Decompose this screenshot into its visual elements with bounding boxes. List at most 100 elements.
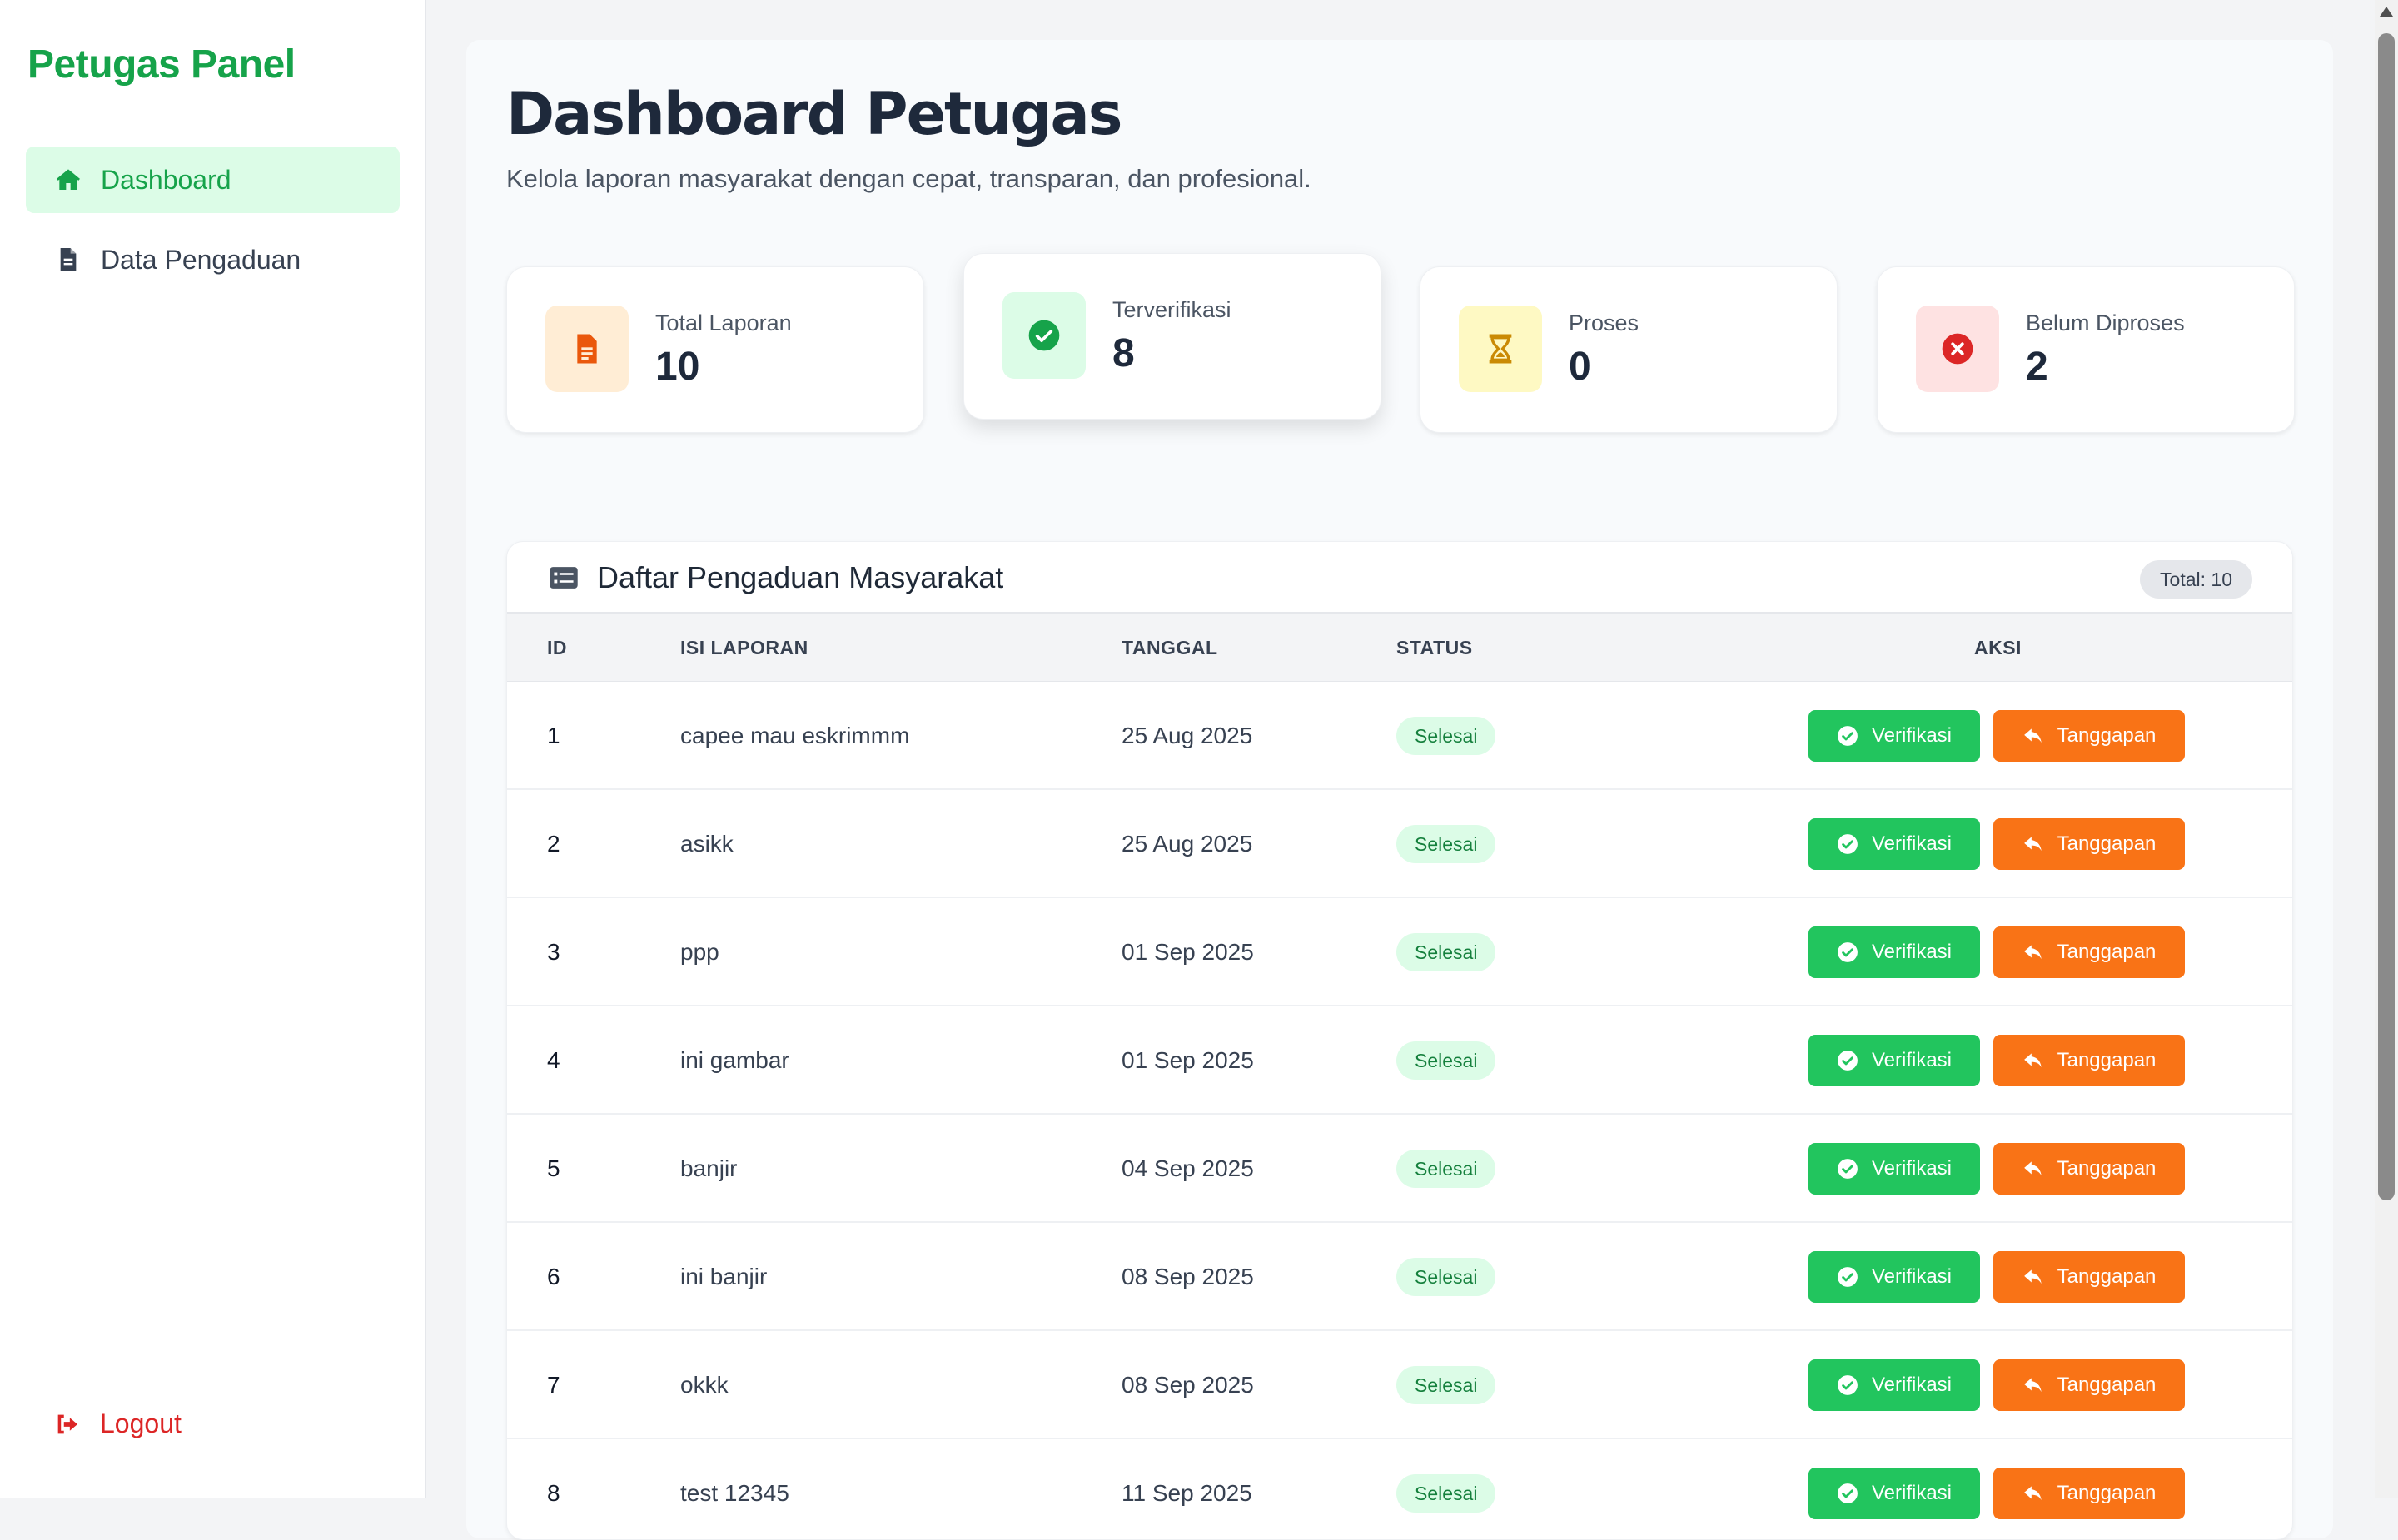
document-icon	[54, 246, 82, 274]
reply-icon	[2022, 833, 2057, 855]
column-header-tanggal: TANGGAL	[1122, 636, 1218, 658]
table-row: 8 test 12345 11 Sep 2025 Selesai Verifikasi T…	[507, 1439, 2292, 1539]
cell-tanggal: 04 Sep 2025	[1122, 1155, 1254, 1181]
stat-value: 10	[655, 345, 700, 389]
brand-title: Petugas Panel	[27, 42, 296, 87]
verify-button-label: Verifikasi	[1871, 941, 1953, 963]
status-badge: Selesai	[1396, 1474, 1496, 1513]
cell-tanggal: 25 Aug 2025	[1122, 831, 1253, 857]
stat-card-proses: Proses 0	[1420, 266, 1838, 433]
table-row: 3 ppp 01 Sep 2025 Selesai Verifikasi Tanggapa…	[507, 898, 2292, 1006]
logout-button[interactable]: Logout	[53, 1408, 182, 1439]
verify-button[interactable]: Verifikasi	[1808, 1359, 1980, 1411]
cell-tanggal: 08 Sep 2025	[1122, 1264, 1254, 1289]
reply-icon	[2022, 725, 2057, 747]
verify-button[interactable]: Verifikasi	[1808, 1468, 1980, 1519]
respond-button-label: Tanggapan	[2057, 1265, 2157, 1288]
respond-button[interactable]: Tanggapan	[1993, 926, 2185, 978]
table-row: 4 ini gambar 01 Sep 2025 Selesai Verifikasi T…	[507, 1006, 2292, 1115]
table-header: Daftar Pengaduan Masyarakat Total: 10	[507, 542, 2292, 614]
verify-button-label: Verifikasi	[1871, 1049, 1953, 1071]
respond-button[interactable]: Tanggapan	[1993, 710, 2185, 762]
cell-id: 5	[547, 1155, 560, 1181]
table-row: 1 capee mau eskrimmm 25 Aug 2025 Selesai Ver…	[507, 682, 2292, 790]
check-circle-icon	[1837, 1158, 1872, 1180]
respond-button[interactable]: Tanggapan	[1993, 818, 2185, 870]
column-header-status: STATUS	[1396, 636, 1473, 658]
respond-button-label: Tanggapan	[2057, 1157, 2157, 1180]
cell-tanggal: 25 Aug 2025	[1122, 723, 1253, 748]
check-circle-icon	[1837, 725, 1872, 747]
cell-isi-laporan: test 12345	[680, 1480, 789, 1506]
check-circle-icon	[1837, 1050, 1872, 1071]
sidebar-item-data-pengaduan[interactable]: Data Pengaduan	[26, 226, 400, 293]
stat-label: Terverifikasi	[1112, 297, 1231, 322]
respond-button[interactable]: Tanggapan	[1993, 1143, 2185, 1195]
reply-icon	[2022, 1158, 2057, 1180]
page-title: Dashboard Petugas	[506, 80, 1122, 148]
verify-button-label: Verifikasi	[1871, 1157, 1953, 1180]
check-circle-icon	[1837, 1374, 1872, 1396]
respond-button[interactable]: Tanggapan	[1993, 1035, 2185, 1086]
logout-label: Logout	[100, 1408, 182, 1438]
respond-button-label: Tanggapan	[2057, 832, 2157, 855]
scrollbar-thumb[interactable]	[2378, 33, 2395, 1200]
cell-id: 1	[547, 723, 560, 748]
hourglass-icon	[1459, 306, 1542, 392]
cell-tanggal: 01 Sep 2025	[1122, 939, 1254, 965]
stat-card-terverifikasi: Terverifikasi 8	[963, 253, 1381, 420]
status-badge: Selesai	[1396, 1150, 1496, 1188]
verify-button[interactable]: Verifikasi	[1808, 1251, 1980, 1303]
check-circle-icon	[1837, 941, 1872, 963]
reply-icon	[2022, 941, 2057, 963]
sidebar-item-label: Data Pengaduan	[101, 244, 301, 275]
verify-button[interactable]: Verifikasi	[1808, 1035, 1980, 1086]
verify-button-label: Verifikasi	[1871, 724, 1953, 747]
sidebar-item-label: Dashboard	[101, 164, 231, 195]
cell-id: 6	[547, 1264, 560, 1289]
stat-card-total-laporan: Total Laporan 10	[506, 266, 924, 433]
cell-isi-laporan: capee mau eskrimmm	[680, 723, 910, 748]
cell-isi-laporan: ppp	[680, 939, 719, 965]
cell-id: 8	[547, 1480, 560, 1506]
respond-button-label: Tanggapan	[2057, 1482, 2157, 1504]
sidebar-item-dashboard[interactable]: Dashboard	[26, 147, 400, 213]
status-badge: Selesai	[1396, 1258, 1496, 1296]
cell-isi-laporan: asikk	[680, 831, 734, 857]
cell-isi-laporan: okkk	[680, 1372, 729, 1398]
cell-id: 3	[547, 939, 560, 965]
verify-button[interactable]: Verifikasi	[1808, 818, 1980, 870]
status-badge: Selesai	[1396, 933, 1496, 971]
list-icon	[549, 562, 580, 594]
column-header-id: ID	[547, 636, 567, 658]
respond-button[interactable]: Tanggapan	[1993, 1251, 2185, 1303]
home-icon	[54, 166, 82, 194]
check-circle-icon	[1002, 292, 1086, 379]
check-circle-icon	[1837, 833, 1872, 855]
respond-button[interactable]: Tanggapan	[1993, 1359, 2185, 1411]
verify-button[interactable]: Verifikasi	[1808, 710, 1980, 762]
cell-id: 4	[547, 1047, 560, 1073]
respond-button[interactable]: Tanggapan	[1993, 1468, 2185, 1519]
cell-isi-laporan: banjir	[680, 1155, 738, 1181]
complaints-table: Daftar Pengaduan Masyarakat Total: 10 ID…	[506, 541, 2293, 1540]
verify-button[interactable]: Verifikasi	[1808, 1143, 1980, 1195]
verify-button-label: Verifikasi	[1871, 832, 1953, 855]
logout-icon	[53, 1409, 83, 1439]
table-title: Daftar Pengaduan Masyarakat	[549, 542, 1003, 614]
scroll-up-arrow-icon[interactable]	[2380, 7, 2393, 17]
cell-isi-laporan: ini gambar	[680, 1047, 789, 1073]
respond-button-label: Tanggapan	[2057, 724, 2157, 747]
status-badge: Selesai	[1396, 1041, 1496, 1080]
table-row: 2 asikk 25 Aug 2025 Selesai Verifikasi Tangga…	[507, 790, 2292, 898]
stat-value: 2	[2026, 345, 2048, 389]
reply-icon	[2022, 1050, 2057, 1071]
respond-button-label: Tanggapan	[2057, 941, 2157, 963]
column-header-aksi: AKSI	[1974, 636, 2022, 658]
cell-tanggal: 01 Sep 2025	[1122, 1047, 1254, 1073]
status-badge: Selesai	[1396, 825, 1496, 863]
cell-isi-laporan: ini banjir	[680, 1264, 768, 1289]
cell-tanggal: 08 Sep 2025	[1122, 1372, 1254, 1398]
verify-button[interactable]: Verifikasi	[1808, 926, 1980, 978]
check-circle-icon	[1837, 1483, 1872, 1504]
